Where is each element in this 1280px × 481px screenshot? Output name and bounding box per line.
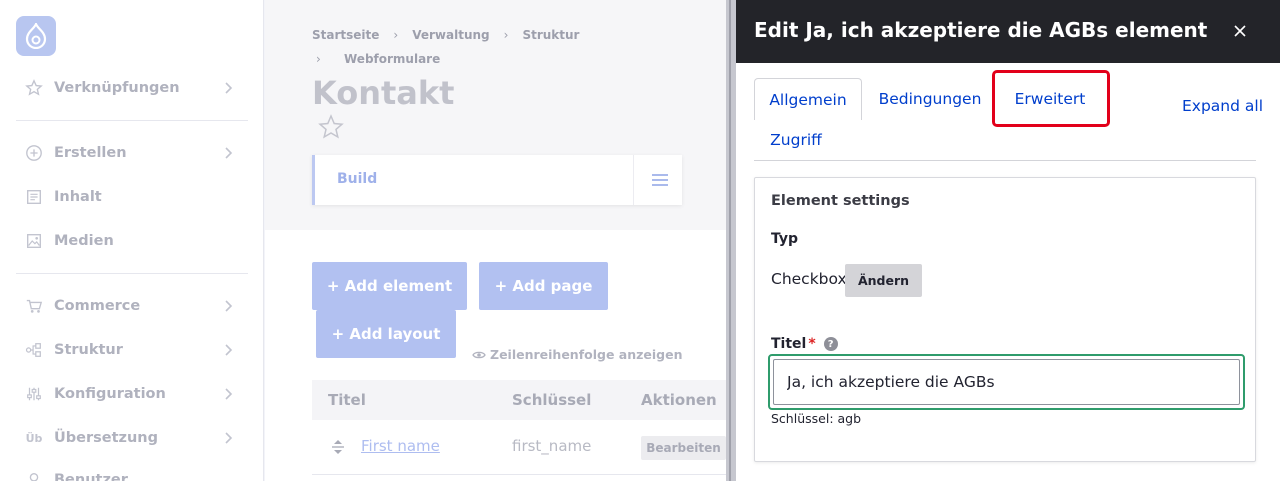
change-type-button[interactable]: Ändern bbox=[845, 264, 922, 297]
tab-allgemein[interactable]: Allgemein bbox=[754, 78, 862, 120]
chevron-right-icon bbox=[225, 344, 233, 356]
sidebar-item-label: Inhalt bbox=[54, 189, 102, 205]
page-title: Kontakt bbox=[312, 74, 455, 112]
secondary-tabs: Build bbox=[312, 155, 682, 205]
tab-bedingungen[interactable]: Bedingungen bbox=[876, 78, 984, 120]
user-icon bbox=[24, 470, 44, 481]
sidebar-item-label: Übersetzung bbox=[54, 430, 158, 446]
sidebar-item-label: Commerce bbox=[54, 298, 141, 314]
sidebar-item-label: Struktur bbox=[54, 342, 123, 358]
chevron-right-icon bbox=[225, 82, 233, 94]
breadcrumb-link[interactable]: Webformulare bbox=[344, 52, 440, 66]
sidebar-item-verknuepfungen[interactable]: Verknüpfungen bbox=[24, 76, 240, 100]
title-input[interactable] bbox=[773, 359, 1240, 405]
structure-icon bbox=[24, 340, 44, 360]
breadcrumb-separator: › bbox=[316, 52, 321, 66]
dialog-title: Edit Ja, ich akzeptiere die AGBs element bbox=[754, 18, 1208, 42]
close-dialog-button[interactable] bbox=[1230, 21, 1250, 41]
sliders-icon bbox=[24, 384, 44, 404]
required-marker: * bbox=[808, 336, 816, 352]
highlight-box-erweitert bbox=[992, 70, 1110, 127]
chevron-right-icon bbox=[225, 147, 233, 159]
sidebar-item-konfiguration[interactable]: Konfiguration bbox=[24, 382, 240, 406]
show-row-order-toggle[interactable]: Zeilenreihenfolge anzeigen bbox=[472, 347, 682, 362]
sidebar-item-erstellen[interactable]: Erstellen bbox=[24, 141, 240, 165]
breadcrumb: Startseite › Verwaltung › Struktur bbox=[312, 28, 579, 42]
column-header-title: Titel bbox=[328, 391, 366, 409]
column-header-key: Schlüssel bbox=[512, 391, 592, 409]
fieldset-title: Element settings bbox=[771, 193, 910, 209]
tabs-divider bbox=[633, 155, 634, 205]
translate-icon: Üb bbox=[25, 431, 43, 445]
sidebar-divider bbox=[16, 273, 248, 274]
drupal-logo[interactable] bbox=[16, 16, 56, 56]
sidebar-item-benutzer[interactable]: Benutzer bbox=[24, 468, 240, 481]
sidebar-divider bbox=[16, 120, 248, 121]
edit-element-dialog: Edit Ja, ich akzeptiere die AGBs element… bbox=[736, 0, 1280, 481]
table-row-key: first_name bbox=[512, 437, 592, 455]
breadcrumb-link[interactable]: Struktur bbox=[522, 28, 579, 42]
title-input-focus-ring bbox=[768, 354, 1245, 410]
drupal-drop-icon bbox=[25, 23, 47, 49]
show-row-order-label: Zeilenreihenfolge anzeigen bbox=[490, 347, 683, 362]
hamburger-menu-icon[interactable] bbox=[649, 169, 671, 191]
sidebar-item-medien[interactable]: Medien bbox=[24, 229, 240, 253]
add-page-button[interactable]: + Add page bbox=[479, 262, 608, 310]
eye-icon bbox=[472, 351, 486, 358]
sidebar-item-label: Verknüpfungen bbox=[54, 80, 180, 96]
sidebar-item-struktur[interactable]: Struktur bbox=[24, 338, 240, 362]
sidebar-item-label: Konfiguration bbox=[54, 386, 166, 402]
tabs-underline bbox=[754, 160, 1256, 161]
help-icon[interactable]: ? bbox=[823, 337, 838, 351]
breadcrumb-separator: › bbox=[503, 28, 509, 42]
admin-sidebar: Verknüpfungen Erstellen Inhalt Medien Co… bbox=[0, 0, 264, 481]
document-icon bbox=[24, 187, 44, 207]
chevron-right-icon bbox=[225, 432, 233, 444]
expand-all-link[interactable]: Expand all bbox=[1182, 97, 1263, 115]
chevron-right-icon bbox=[225, 300, 233, 312]
add-layout-button[interactable]: + Add layout bbox=[316, 310, 456, 358]
sidebar-item-inhalt[interactable]: Inhalt bbox=[24, 185, 240, 209]
dialog-header: Edit Ja, ich akzeptiere die AGBs element bbox=[736, 0, 1280, 63]
close-icon bbox=[1234, 25, 1246, 37]
star-icon bbox=[24, 78, 44, 98]
image-icon bbox=[24, 231, 44, 251]
favorite-star-icon[interactable] bbox=[318, 114, 344, 140]
column-header-actions: Aktionen bbox=[641, 391, 717, 409]
sidebar-item-uebersetzung[interactable]: Üb Übersetzung bbox=[24, 426, 240, 450]
sidebar-item-label: Benutzer bbox=[54, 472, 128, 481]
dialog-resize-handle[interactable] bbox=[726, 0, 736, 481]
type-label: Typ bbox=[771, 231, 799, 247]
edit-row-button[interactable]: Bearbeiten bbox=[641, 436, 726, 460]
breadcrumb-separator: › bbox=[393, 28, 399, 42]
cart-icon bbox=[24, 296, 44, 316]
sidebar-item-label: Medien bbox=[54, 233, 114, 249]
chevron-right-icon bbox=[225, 388, 233, 400]
title-field-label: Titel * ? bbox=[771, 336, 838, 352]
breadcrumb-link[interactable]: Startseite bbox=[312, 28, 379, 42]
machine-key-label: Schlüssel: agb bbox=[771, 411, 862, 426]
sidebar-item-commerce[interactable]: Commerce bbox=[24, 294, 240, 318]
title-label-text: Titel bbox=[771, 336, 807, 352]
type-value: Checkbox bbox=[771, 270, 847, 288]
drag-handle-icon[interactable] bbox=[330, 438, 346, 456]
table-row-divider bbox=[312, 474, 726, 475]
sidebar-item-label: Erstellen bbox=[54, 145, 127, 161]
tab-zugriff[interactable]: Zugriff bbox=[754, 120, 838, 160]
tab-build[interactable]: Build bbox=[337, 171, 377, 187]
breadcrumb-link[interactable]: Verwaltung bbox=[412, 28, 489, 42]
plus-circle-icon bbox=[24, 143, 44, 163]
add-element-button[interactable]: + Add element bbox=[312, 262, 467, 310]
breadcrumb-continuation: › Webformulare bbox=[316, 52, 440, 66]
table-row-title-link[interactable]: First name bbox=[361, 437, 440, 455]
